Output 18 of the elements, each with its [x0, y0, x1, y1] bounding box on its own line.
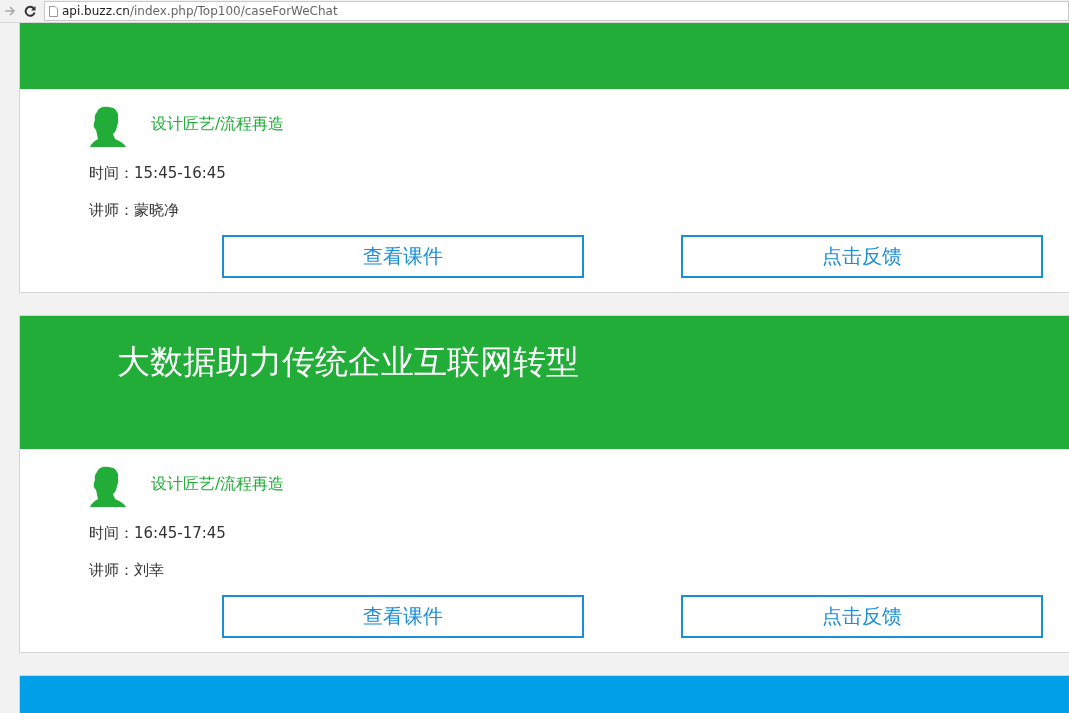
- session-category: 设计匠艺/流程再造: [151, 473, 285, 495]
- session-time: 时间：16:45-17:45: [89, 523, 227, 543]
- page-icon: [49, 5, 58, 17]
- url-host: api.buzz.cn: [62, 4, 130, 18]
- session-time: 时间：15:45-16:45: [89, 163, 227, 183]
- view-slides-button[interactable]: 查看课件: [222, 595, 584, 638]
- user-silhouette-icon: [89, 106, 127, 148]
- address-bar[interactable]: api.buzz.cn/index.php/Top100/caseForWeChat: [44, 1, 1069, 21]
- session-title: 大数据助力传统企业互联网转型: [117, 340, 579, 383]
- url-path: /index.php/Top100/caseForWeChat: [129, 4, 338, 18]
- session-speaker: 讲师：蒙晓净: [89, 200, 180, 220]
- reload-icon[interactable]: [24, 5, 36, 17]
- view-slides-button[interactable]: 查看课件: [222, 235, 584, 278]
- user-silhouette-icon: [89, 466, 127, 508]
- feedback-button[interactable]: 点击反馈: [681, 595, 1043, 638]
- session-speaker: 讲师：刘幸: [89, 560, 165, 580]
- session-category: 设计匠艺/流程再造: [151, 113, 285, 135]
- feedback-button[interactable]: 点击反馈: [681, 235, 1043, 278]
